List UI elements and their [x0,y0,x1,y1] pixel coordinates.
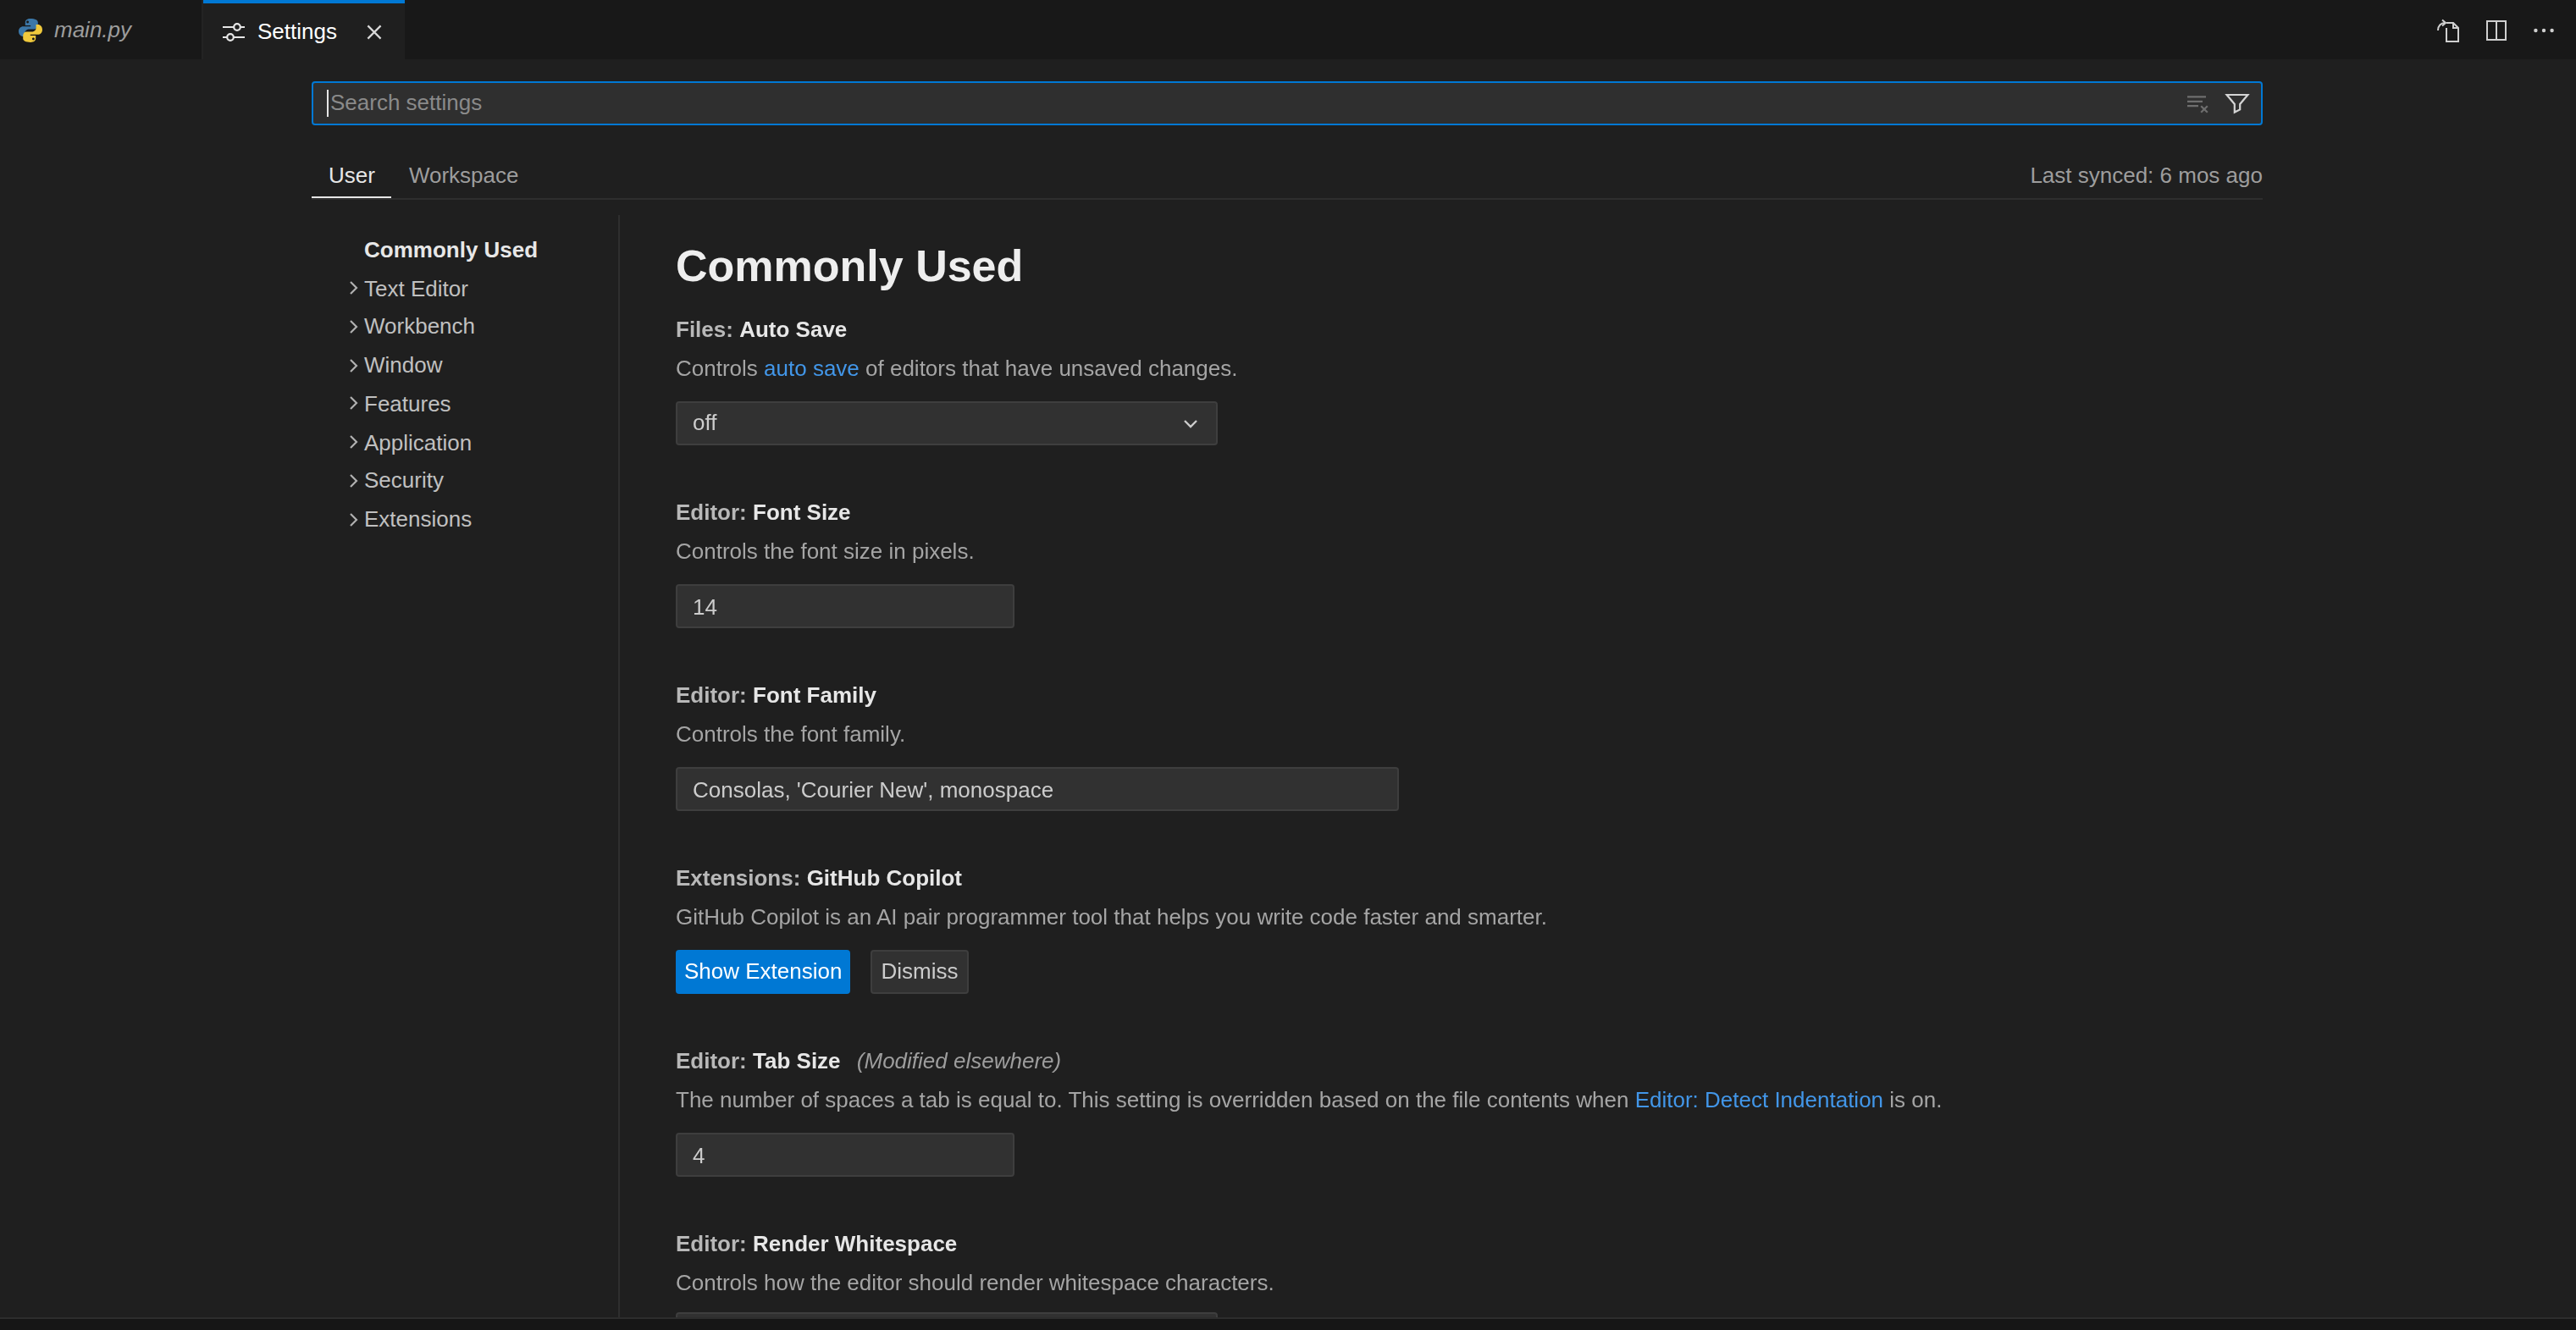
chevron-right-icon [344,274,364,301]
modified-elsewhere-hint: (Modified elsewhere) [857,1048,1061,1073]
vscode-settings-window: main.py Settings [0,0,2576,1330]
chevron-right-icon [344,390,364,417]
setting-editor-font-size: Editor: Font Size Controls the font size… [676,498,2263,628]
last-synced-label: Last synced: 6 mos ago [2030,154,2263,198]
show-extension-button[interactable]: Show Extension [676,950,850,994]
detect-indentation-link[interactable]: Editor: Detect Indentation [1635,1087,1883,1112]
setting-description: Controls the font family. [676,720,2263,750]
font-family-input[interactable] [676,767,1399,811]
toc-item-workbench[interactable]: Workbench [322,307,610,346]
tab-settings[interactable]: Settings [203,0,405,59]
close-tab-icon[interactable] [361,18,388,45]
setting-extensions-github-copilot: Extensions: GitHub Copilot GitHub Copilo… [676,864,2263,994]
split-editor-icon[interactable] [2483,16,2510,43]
setting-label: Editor: Tab Size (Modified elsewhere) [676,1046,2263,1077]
toc-item-application[interactable]: Application [322,423,610,462]
search-placeholder: Search settings [330,83,482,124]
toc-item-security[interactable]: Security [322,461,610,500]
settings-body: Commonly Used Files: Auto Save Controls … [676,239,2263,1330]
toc-item-commonly-used[interactable]: Commonly Used [322,230,610,269]
section-heading: Commonly Used [676,239,2263,293]
chevron-right-icon [344,351,364,378]
setting-description: Controls auto save of editors that have … [676,354,2263,384]
setting-label: Editor: Render Whitespace [676,1229,2263,1260]
editor-tab-bar: main.py Settings [0,0,2576,59]
text-caret [327,90,329,117]
dismiss-button[interactable]: Dismiss [871,950,968,994]
more-actions-icon[interactable] [2530,16,2557,43]
settings-scope-tabs: User Workspace [312,154,536,198]
scope-tab-user[interactable]: User [312,154,392,198]
font-size-input[interactable] [676,584,1014,628]
settings-toc: Commonly Used Text Editor Workbench Wind… [322,230,610,538]
setting-description: GitHub Copilot is an AI pair programmer … [676,902,2263,933]
auto-save-select[interactable]: off [676,401,1218,445]
chevron-right-icon [344,505,364,533]
open-settings-json-icon[interactable] [2435,16,2463,43]
toc-item-features[interactable]: Features [322,384,610,423]
tab-size-input[interactable] [676,1133,1014,1177]
setting-description: Controls how the editor should render wh… [676,1268,2263,1299]
auto-save-link[interactable]: auto save [764,356,860,381]
header-divider [312,198,2263,200]
tab-main-py[interactable]: main.py [0,0,203,59]
chevron-right-icon [344,313,364,340]
clear-settings-search-icon[interactable] [2185,90,2212,117]
setting-editor-font-family: Editor: Font Family Controls the font fa… [676,681,2263,811]
tab-label: main.py [54,17,131,42]
setting-description: Controls the font size in pixels. [676,537,2263,567]
toc-sash[interactable] [618,215,620,1316]
setting-editor-tab-size: Editor: Tab Size (Modified elsewhere) Th… [676,1046,2263,1177]
chevron-right-icon [344,428,364,455]
settings-search-input[interactable]: Search settings [312,81,2263,125]
setting-label: Editor: Font Family [676,681,2263,711]
setting-label: Files: Auto Save [676,315,2263,345]
setting-editor-render-whitespace: Editor: Render Whitespace Controls how t… [676,1229,2263,1330]
setting-label: Extensions: GitHub Copilot [676,864,2263,894]
python-file-icon [17,16,44,43]
status-bar-edge [0,1316,2576,1330]
setting-files-auto-save: Files: Auto Save Controls auto save of e… [676,315,2263,445]
chevron-down-icon [1177,410,1204,437]
tab-label: Settings [257,19,337,44]
scope-tab-workspace[interactable]: Workspace [392,154,536,198]
chevron-right-icon [344,467,364,494]
toc-item-text-editor[interactable]: Text Editor [322,269,610,308]
setting-description: The number of spaces a tab is equal to. … [676,1085,2263,1116]
settings-sliders-icon [220,18,247,45]
toc-item-window[interactable]: Window [322,346,610,385]
setting-label: Editor: Font Size [676,498,2263,528]
filter-settings-icon[interactable] [2224,90,2251,117]
editor-actions [2435,0,2576,59]
toc-item-extensions[interactable]: Extensions [322,500,610,539]
